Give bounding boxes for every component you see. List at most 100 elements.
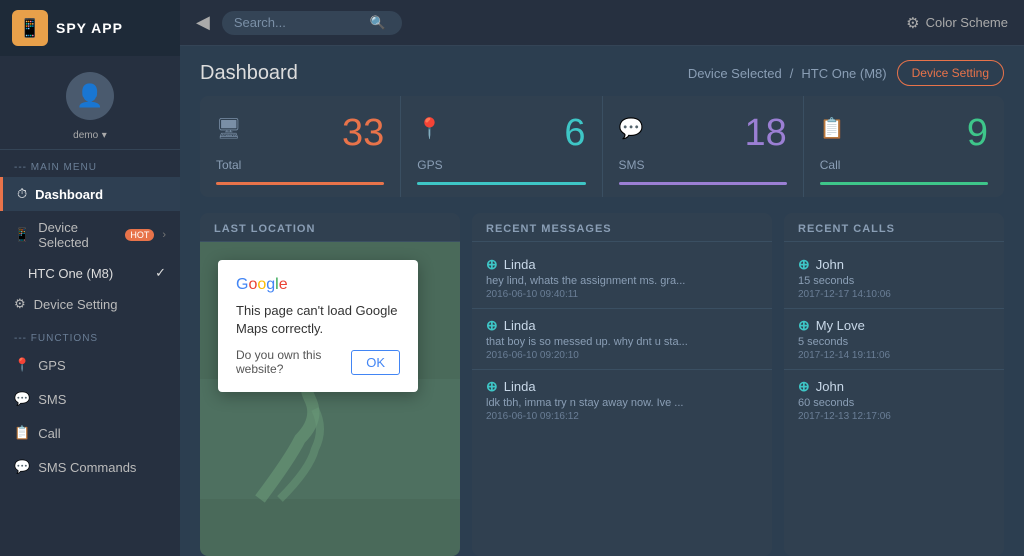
map-dialog-footer: Do you own this website? OK	[236, 348, 400, 376]
message-sender-1: Linda	[504, 318, 536, 333]
stat-call: 📋 9 Call	[804, 96, 1004, 197]
calls-list: ⊕ John 15 seconds 2017-12-17 14:10:06 ⊕ …	[784, 242, 1004, 556]
sidebar-item-device-selected[interactable]: 📱 Device Selected HOT ›	[0, 211, 180, 259]
sidebar-profile: 👤 demo ▾	[0, 56, 180, 150]
call-value: 9	[967, 114, 988, 152]
sidebar-item-device-setting[interactable]: ⚙ Device Setting	[0, 287, 180, 321]
device-setting-button[interactable]: Device Setting	[897, 60, 1004, 86]
main-content: ◀ 🔍 ⚙ Color Scheme Dashboard Device Sele…	[180, 0, 1024, 556]
gps-stat-label: GPS	[417, 158, 585, 172]
device-name-label: HTC One (M8)	[28, 266, 113, 281]
sms-stat-icon: 💬	[619, 116, 644, 141]
device-selected-icon: 📱	[14, 227, 30, 243]
sidebar-item-sms[interactable]: 💬 SMS	[0, 382, 180, 416]
total-bar	[216, 182, 384, 185]
call-item-0[interactable]: ⊕ John 15 seconds 2017-12-17 14:10:06	[784, 248, 1004, 309]
messages-list: ⊕ Linda hey lind, whats the assignment m…	[472, 242, 772, 556]
sidebar-item-htc-one[interactable]: HTC One (M8) ✓	[0, 259, 180, 287]
call-sender-0: John	[816, 257, 844, 272]
logo-text: SPY APP	[56, 20, 123, 36]
messages-panel: RECENT MESSAGES ⊕ Linda hey lind, whats …	[472, 213, 772, 556]
call-item-1[interactable]: ⊕ My Love 5 seconds 2017-12-14 19:11:06	[784, 309, 1004, 370]
dashboard-header: Dashboard Device Selected / HTC One (M8)…	[180, 46, 1024, 96]
map-error-message: This page can't load Google Maps correct…	[236, 302, 400, 338]
page-title: Dashboard	[200, 62, 298, 85]
map-ok-button[interactable]: OK	[351, 350, 400, 375]
logo-icon: 📱	[12, 10, 48, 46]
dashboard-icon: ⏱	[17, 186, 27, 202]
stat-sms: 💬 18 SMS	[603, 96, 804, 197]
call-bar	[820, 182, 988, 185]
stat-gps: 📍 6 GPS	[401, 96, 602, 197]
message-plus-icon-2: ⊕	[486, 378, 498, 395]
calls-panel: RECENT CALLS ⊕ John 15 seconds 2017-12-1…	[784, 213, 1004, 556]
total-icon: 🖥	[216, 116, 241, 141]
message-text-1: that boy is so messed up. why dnt u sta.…	[486, 336, 758, 348]
sms-value: 18	[744, 114, 786, 152]
location-panel-header: LAST LOCATION	[200, 213, 460, 242]
search-input[interactable]	[234, 15, 364, 30]
dashboard-label: Dashboard	[35, 187, 103, 202]
call-time-2: 2017-12-13 12:17:06	[798, 411, 990, 422]
message-sender-2: Linda	[504, 379, 536, 394]
breadcrumb-separator: /	[790, 66, 794, 81]
calls-panel-header: RECENT CALLS	[784, 213, 1004, 242]
call-plus-icon-0: ⊕	[798, 256, 810, 273]
call-item-2[interactable]: ⊕ John 60 seconds 2017-12-13 12:17:06	[784, 370, 1004, 430]
avatar: 👤	[66, 72, 114, 120]
color-scheme-label: Color Scheme	[926, 15, 1008, 30]
sidebar-item-call[interactable]: 📋 Call	[0, 416, 180, 450]
stat-total: 🖥 33 Total	[200, 96, 401, 197]
call-duration-0: 15 seconds	[798, 275, 990, 287]
call-duration-2: 60 seconds	[798, 397, 990, 409]
total-label: Total	[216, 158, 384, 172]
dropdown-arrow-icon: ▾	[102, 130, 107, 141]
functions-label: --- FUNCTIONS	[0, 321, 180, 348]
back-button[interactable]: ◀	[196, 12, 210, 33]
call-sender-1: My Love	[816, 318, 865, 333]
message-item-1[interactable]: ⊕ Linda that boy is so messed up. why dn…	[472, 309, 772, 370]
color-scheme-icon: ⚙	[906, 14, 919, 32]
stats-row: 🖥 33 Total 📍 6 GPS 💬 18 SMS 📋	[200, 96, 1004, 197]
message-item-0[interactable]: ⊕ Linda hey lind, whats the assignment m…	[472, 248, 772, 309]
check-icon: ✓	[155, 265, 166, 281]
sms-label: SMS	[38, 392, 66, 407]
search-box[interactable]: 🔍	[222, 11, 402, 35]
breadcrumb-device-name: HTC One (M8)	[801, 66, 886, 81]
sms-commands-label: SMS Commands	[38, 460, 136, 475]
chevron-right-icon: ›	[162, 229, 166, 241]
message-text-2: ldk tbh, imma try n stay away now. Ive .…	[486, 397, 758, 409]
hot-badge: HOT	[125, 229, 154, 241]
color-scheme-button[interactable]: ⚙ Color Scheme	[906, 14, 1008, 32]
message-time-1: 2016-06-10 09:20:10	[486, 350, 758, 361]
gps-value: 6	[564, 114, 585, 152]
device-setting-label: Device Setting	[34, 297, 118, 312]
sidebar-logo: 📱 SPY APP	[0, 0, 180, 56]
map-area: Google This page can't load Google Maps …	[200, 242, 460, 556]
username-text: demo	[73, 130, 98, 141]
main-menu-label: --- MAIN MENU	[0, 150, 180, 177]
sidebar-item-sms-commands[interactable]: 💬 SMS Commands	[0, 450, 180, 484]
gps-label: GPS	[38, 358, 65, 373]
message-sender-0: Linda	[504, 257, 536, 272]
breadcrumb-device-selected: Device Selected	[688, 66, 782, 81]
map-dialog-question: Do you own this website?	[236, 348, 351, 376]
breadcrumb: Device Selected / HTC One (M8)	[688, 66, 887, 81]
call-sender-2: John	[816, 379, 844, 394]
google-logo: Google	[236, 276, 400, 294]
sms-bar	[619, 182, 787, 185]
call-time-1: 2017-12-14 19:11:06	[798, 350, 990, 361]
username-label[interactable]: demo ▾	[73, 126, 107, 141]
message-time-2: 2016-06-10 09:16:12	[486, 411, 758, 422]
message-item-2[interactable]: ⊕ Linda ldk tbh, imma try n stay away no…	[472, 370, 772, 430]
sidebar-item-dashboard[interactable]: ⏱ Dashboard	[0, 177, 180, 211]
message-text-0: hey lind, whats the assignment ms. gra..…	[486, 275, 758, 287]
call-plus-icon-2: ⊕	[798, 378, 810, 395]
search-icon: 🔍	[370, 15, 386, 31]
sms-icon: 💬	[14, 391, 30, 407]
message-time-0: 2016-06-10 09:40:11	[486, 289, 758, 300]
call-stat-icon: 📋	[820, 116, 845, 141]
sidebar-item-gps[interactable]: 📍 GPS	[0, 348, 180, 382]
messages-panel-header: RECENT MESSAGES	[472, 213, 772, 242]
call-icon: 📋	[14, 425, 30, 441]
